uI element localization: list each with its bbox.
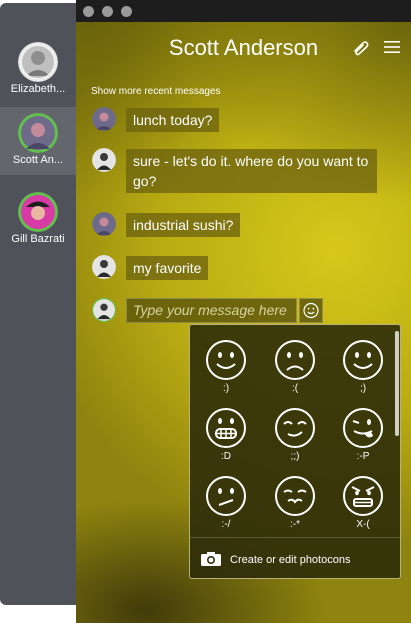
emoticon-angry[interactable]: X-(: [333, 475, 393, 541]
sender-avatar: [92, 148, 116, 172]
emoticon-button[interactable]: [299, 298, 323, 323]
contact-scott[interactable]: Scott An...: [0, 107, 76, 175]
wink-icon: [343, 340, 383, 380]
smile-icon: [206, 340, 246, 380]
emoticon-code: ;;): [290, 451, 300, 462]
angry-icon: [343, 476, 383, 516]
contact-name: Gill Bazrati: [11, 233, 65, 245]
grin-icon: [206, 408, 246, 448]
message-bubble: lunch today?: [126, 108, 220, 132]
contacts-sidebar: Elizabeth... Scott An... Gill Bazrati: [0, 3, 76, 605]
emoticon-smile[interactable]: :): [196, 339, 256, 405]
emoticon-code: :D: [221, 451, 231, 462]
photocon-label: Create or edit photocons: [230, 554, 351, 566]
zoom-window-button[interactable]: [121, 6, 132, 17]
divider: [190, 537, 400, 538]
smiley-icon: [303, 302, 319, 319]
sender-avatar: [92, 212, 116, 236]
contact-name: Elizabeth...: [10, 83, 66, 95]
kiss-icon: [275, 476, 315, 516]
avatar: [18, 42, 58, 82]
message-bubble: sure - let's do it. where do you want to…: [126, 149, 377, 193]
picker-scrollbar[interactable]: [395, 331, 399, 436]
avatar: [18, 192, 58, 232]
emoticon-code: :): [222, 383, 230, 394]
emoticon-tongue[interactable]: :-P: [333, 407, 393, 473]
tongue-icon: [343, 408, 383, 448]
emoticon-grin[interactable]: :D: [196, 407, 256, 473]
sender-avatar: [92, 107, 116, 131]
emoticon-code: X-(: [356, 519, 370, 530]
create-photocons-button[interactable]: Create or edit photocons: [200, 551, 390, 569]
emoticon-frown[interactable]: :(: [265, 339, 325, 405]
sender-avatar: [92, 255, 116, 279]
emoticon-code: :-*: [290, 519, 300, 530]
emoticon-code: :-P: [356, 451, 370, 462]
emoticon-code: ;): [359, 383, 367, 394]
contact-gill[interactable]: Gill Bazrati: [0, 186, 76, 254]
paperclip-icon[interactable]: [351, 38, 371, 56]
avatar: [18, 113, 58, 153]
emoticon-kiss[interactable]: :-*: [265, 475, 325, 541]
chat-window: Scott Anderson Show more recent messages…: [76, 0, 411, 623]
show-more-messages-link[interactable]: Show more recent messages: [91, 86, 221, 97]
skeptical-icon: [206, 476, 246, 516]
my-avatar: [92, 298, 116, 322]
emoticon-flirt[interactable]: ;;): [265, 407, 325, 473]
emoticon-picker: :) :( ;):D ;;):-P:-/:-* X-(Create o…: [189, 324, 401, 579]
flirt-icon: [275, 408, 315, 448]
emoticon-skeptical[interactable]: :-/: [196, 475, 256, 541]
minimize-window-button[interactable]: [102, 6, 113, 17]
message-input[interactable]: Type your message here: [126, 298, 297, 323]
emoticon-code: :-/: [221, 519, 231, 530]
close-window-button[interactable]: [83, 6, 94, 17]
contact-name: Scott An...: [12, 154, 64, 166]
contact-elizabeth[interactable]: Elizabeth...: [0, 36, 76, 104]
window-titlebar: [76, 0, 411, 22]
message-bubble: industrial sushi?: [126, 213, 241, 237]
menu-icon[interactable]: [382, 38, 402, 56]
emoticon-code: :(: [291, 383, 299, 394]
emoticon-wink[interactable]: ;): [333, 339, 393, 405]
frown-icon: [275, 340, 315, 380]
message-bubble: my favorite: [126, 256, 209, 280]
camera-icon: [201, 552, 221, 566]
